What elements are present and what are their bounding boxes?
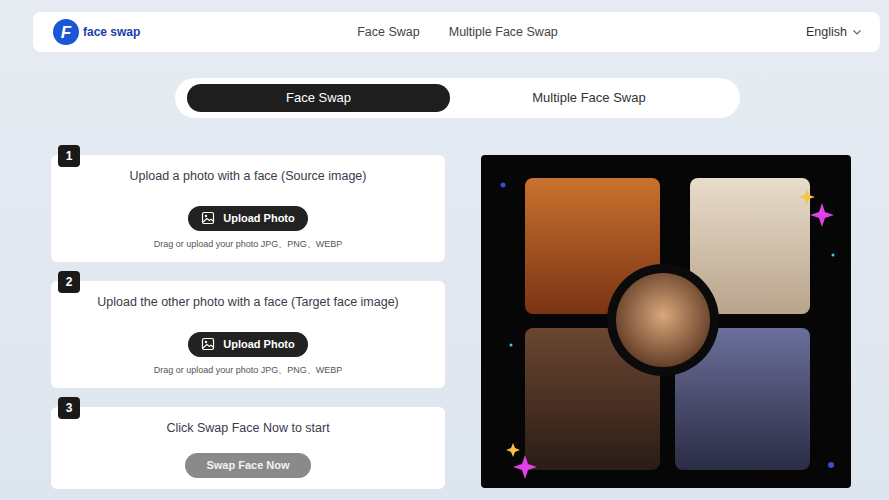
step-title: Click Swap Face Now to start: [63, 419, 433, 437]
main-area: 1Upload a photo with a face (Source imag…: [0, 155, 889, 489]
button-row: Upload Photo: [63, 185, 433, 231]
image-icon: [201, 211, 215, 225]
logo-text: face swap: [83, 23, 140, 41]
step-number: 2: [58, 271, 80, 293]
mode-tab[interactable]: Face Swap: [187, 84, 450, 112]
preview-image: [481, 155, 851, 488]
nav-link[interactable]: Face Swap: [357, 23, 420, 42]
language-select[interactable]: English: [806, 23, 862, 42]
upload-button[interactable]: Upload Photo: [188, 332, 308, 357]
button-label: Upload Photo: [223, 210, 295, 227]
step-number: 1: [58, 145, 80, 167]
step-title: Upload the other photo with a face (Targ…: [63, 293, 433, 311]
image-icon: [201, 337, 215, 351]
logo[interactable]: Fface swap: [53, 19, 357, 45]
upload-hint: Drag or upload your photo JPG、PNG、WEBP: [63, 364, 433, 376]
upload-hint: Drag or upload your photo JPG、PNG、WEBP: [63, 238, 433, 250]
nav-link[interactable]: Multiple Face Swap: [449, 23, 558, 42]
chevron-down-icon: [852, 27, 862, 37]
upload-button[interactable]: Upload Photo: [188, 206, 308, 231]
button-row: Upload Photo: [63, 311, 433, 357]
logo-mark: F: [53, 19, 79, 45]
language-label: English: [806, 23, 847, 42]
button-row: Swap Face Now: [63, 437, 433, 478]
button-label: Upload Photo: [223, 336, 295, 353]
preview-artwork: [481, 155, 851, 488]
step-card: 1Upload a photo with a face (Source imag…: [51, 155, 445, 262]
steps: 1Upload a photo with a face (Source imag…: [51, 155, 445, 489]
step-title: Upload a photo with a face (Source image…: [63, 167, 433, 185]
step-number: 3: [58, 397, 80, 419]
top-bar: Fface swapFace SwapMultiple Face SwapEng…: [33, 12, 880, 52]
step-card: 2Upload the other photo with a face (Tar…: [51, 281, 445, 388]
swap-button[interactable]: Swap Face Now: [185, 453, 310, 478]
mode-tabs: Face SwapMultiple Face Swap: [175, 78, 740, 118]
step-card: 3Click Swap Face Now to startSwap Face N…: [51, 407, 445, 489]
main-nav: Face Swap Multiple Face Swap: [357, 23, 558, 42]
mode-tab[interactable]: Multiple Face Swap: [450, 84, 728, 112]
